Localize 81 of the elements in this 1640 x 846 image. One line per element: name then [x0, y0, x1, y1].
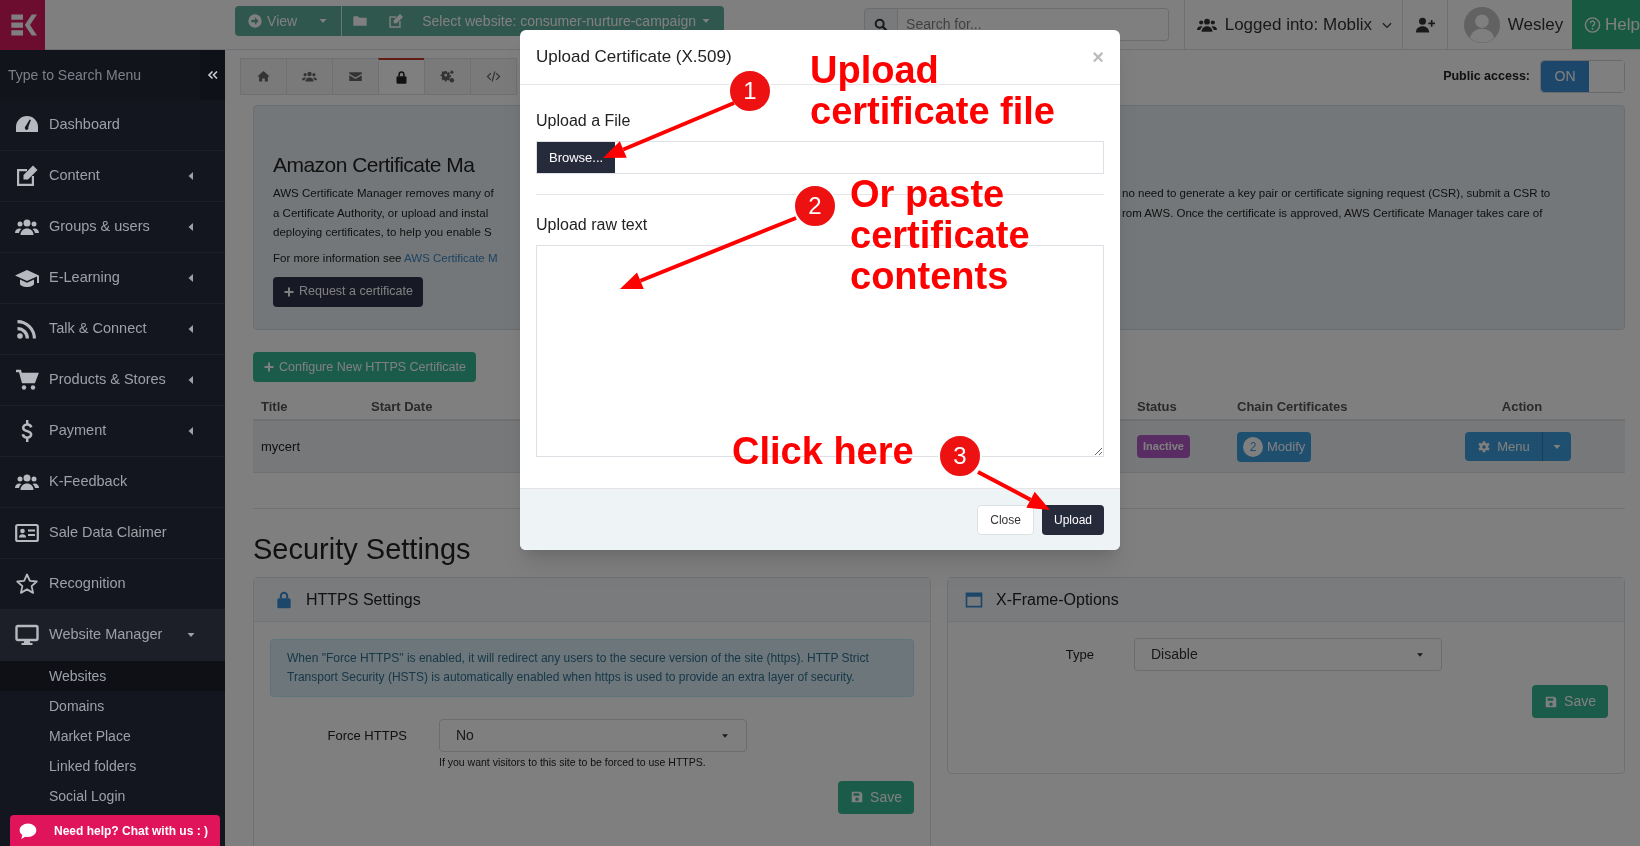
- annotation-text: Click here: [732, 431, 914, 472]
- id-card-icon: [15, 521, 39, 545]
- section-heading: Security Settings: [253, 532, 472, 567]
- panel-title: X-Frame-Options: [996, 589, 1119, 610]
- dialog-title: Upload Certificate (X.509): [536, 46, 732, 69]
- plus-icon: [263, 361, 275, 373]
- chat-button[interactable]: Need help? Chat with us : ): [10, 815, 220, 846]
- lock-icon: [394, 69, 409, 85]
- envelope-icon: [348, 69, 363, 84]
- sidebar-item[interactable]: Talk & Connect: [0, 304, 225, 355]
- panel-title: Amazon Certificate Ma: [273, 152, 476, 178]
- collapse-icon: [207, 69, 219, 81]
- edit-icon: [388, 13, 405, 29]
- user-menu[interactable]: Wesley: [1463, 6, 1564, 43]
- field-label: Type: [1064, 646, 1094, 664]
- annotation-text: Upload certificate file: [810, 50, 1056, 132]
- close-dialog-button[interactable]: Close: [977, 504, 1034, 535]
- rss-icon: [15, 317, 39, 341]
- cart-icon: [15, 368, 39, 392]
- sidebar-subitem[interactable]: Linked folders: [0, 751, 225, 781]
- sidebar-item[interactable]: Content: [0, 151, 225, 202]
- sidebar-item[interactable]: K-Feedback: [0, 457, 225, 508]
- type-select[interactable]: Disable: [1134, 638, 1442, 671]
- code-icon: [486, 69, 501, 84]
- tab[interactable]: [378, 58, 425, 95]
- folder-icon: [352, 13, 369, 29]
- sidebar-subitem[interactable]: Social Login: [0, 781, 225, 811]
- sidebar-subitem[interactable]: Websites: [0, 661, 225, 691]
- table-cell-text: mycert: [260, 437, 301, 456]
- description-text: a Certificate Authority, or upload and instal: [273, 205, 490, 221]
- sidebar-item[interactable]: E-Learning: [0, 253, 225, 304]
- collapse-button[interactable]: [207, 69, 219, 81]
- plus-icon: [283, 285, 295, 298]
- edit-icon: [15, 164, 39, 188]
- help-icon: [1584, 14, 1602, 35]
- sidebar-item[interactable]: Dashboard: [0, 100, 225, 151]
- panel-title: HTTPS Settings: [306, 589, 421, 610]
- column-header: Start Date: [370, 398, 434, 417]
- field-label: Upload raw text: [536, 215, 648, 235]
- browse-button[interactable]: Browse...: [537, 142, 616, 173]
- info-alert: When "Force HTTPS" is enabled, it will redirect any users to the secure version of the site (https). HTTP Strict Transport Security (HSTS) is automatically enabled when https is used to provide an extra layer of security.: [270, 639, 914, 697]
- status-badge: Inactive: [1137, 435, 1190, 458]
- column-header: Title: [260, 398, 289, 417]
- field-label: Force HTTPS: [326, 727, 407, 745]
- sidebar-item[interactable]: Products & Stores: [0, 355, 225, 406]
- description-text: rom AWS. Once the certificate is approved, AWS Certificate Manager takes care of: [1122, 205, 1543, 221]
- description-text: no need to generate a key pair or certificate signing request (CSR), submit a CSR to: [1122, 186, 1551, 202]
- star-icon: [15, 572, 39, 596]
- monitor-icon: [15, 623, 39, 647]
- search-icon: [873, 16, 890, 33]
- help-text: If you want visitors to this site to be forced to use HTTPS.: [439, 755, 707, 770]
- settings-icon: [1477, 439, 1492, 454]
- gears-icon: [440, 69, 455, 84]
- home-icon: [256, 69, 271, 84]
- logo[interactable]: [0, 0, 46, 50]
- description-text: AWS Certificate Manager removes many of: [273, 186, 495, 202]
- column-header: Status: [1136, 398, 1178, 417]
- upload-button[interactable]: Upload: [1041, 504, 1104, 535]
- account-dropdown[interactable]: Logged into: Moblix: [1196, 11, 1395, 38]
- sidebar-item[interactable]: Sale Data Claimer: [0, 508, 225, 559]
- sidebar-item[interactable]: Groups & users: [0, 202, 225, 253]
- lock-icon: [274, 589, 294, 610]
- sidebar-subitem[interactable]: Market Place: [0, 721, 225, 751]
- more-info-text: For more information see AWS Certificate M: [273, 250, 499, 266]
- menu-search-field[interactable]: Type to Search Menu: [0, 50, 200, 100]
- force-https-select[interactable]: No: [439, 719, 747, 752]
- public-access-label: Public access:: [1443, 68, 1530, 86]
- avatar-icon: [1463, 6, 1500, 43]
- annotation-text: Or paste certificate contents: [850, 174, 1031, 297]
- request-certificate-button[interactable]: Request a certificate: [273, 276, 423, 307]
- count-badge: 2: [1243, 436, 1263, 457]
- column-header: Action: [1500, 398, 1544, 417]
- sidebar-subitem[interactable]: Domains: [0, 691, 225, 721]
- sidebar-item[interactable]: Payment: [0, 406, 225, 457]
- description-text: deploying certificates, to help you enable S: [273, 225, 493, 241]
- column-header: Chain Certificates: [1236, 398, 1349, 417]
- users-icon: [302, 69, 317, 84]
- file-field[interactable]: Browse...: [536, 141, 1104, 174]
- save-icon: [1544, 694, 1559, 709]
- save-icon: [850, 790, 865, 805]
- field-label: Upload a File: [536, 111, 631, 131]
